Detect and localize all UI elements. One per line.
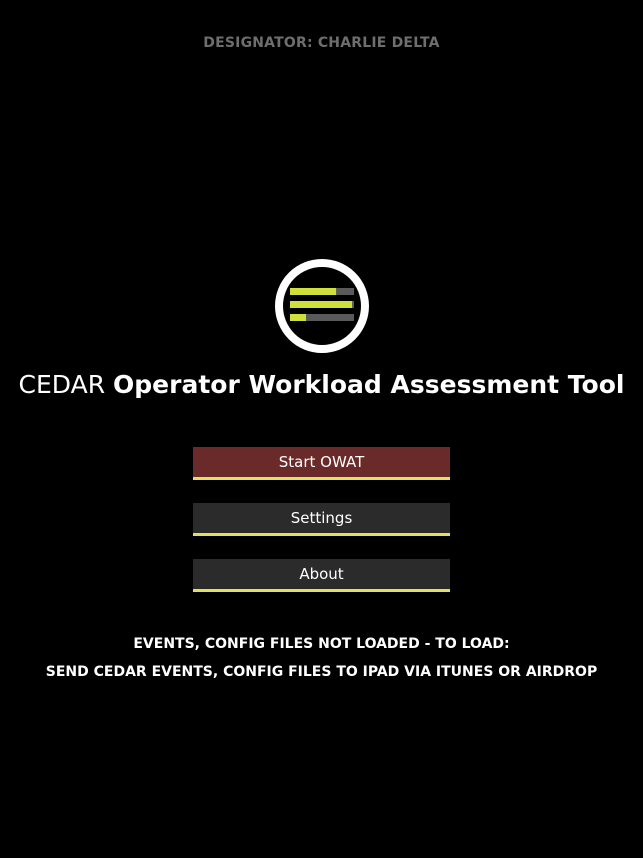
status-message-line2: SEND CEDAR EVENTS, CONFIG FILES TO IPAD … [45, 664, 598, 680]
settings-button[interactable]: Settings [193, 503, 450, 536]
app-title-main: Operator Workload Assessment Tool [113, 370, 625, 399]
about-label: About [299, 565, 344, 583]
designator-label: DESIGNATOR: CHARLIE DELTA [203, 35, 440, 51]
start-owat-label: Start OWAT [278, 453, 365, 471]
workload-bars-icon [275, 259, 369, 353]
logo-bar-fill [290, 288, 337, 295]
app-title: CEDAR Operator Workload Assessment Tool [0, 370, 643, 399]
logo-bar-fill [290, 301, 353, 308]
about-button[interactable]: About [193, 559, 450, 592]
app-title-prefix: CEDAR [18, 370, 106, 399]
logo-bar-fill [290, 314, 306, 321]
start-owat-button[interactable]: Start OWAT [193, 447, 450, 480]
settings-label: Settings [290, 509, 353, 527]
status-message-line1: EVENTS, CONFIG FILES NOT LOADED - TO LOA… [133, 636, 510, 652]
